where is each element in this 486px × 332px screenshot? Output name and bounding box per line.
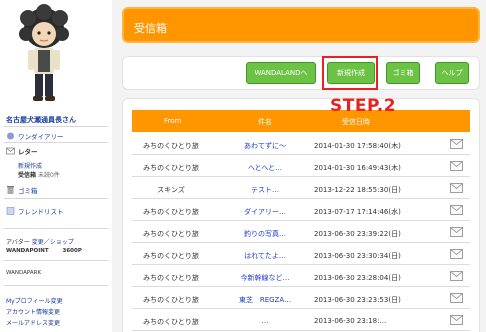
row-subject-link[interactable]: … [214,317,316,325]
table-row[interactable]: みちのくひとり旅 へとへと… 2014-01-30 16:49:43(木) [132,155,470,177]
row-from: みちのくひとり旅 [143,230,199,238]
envelope-icon[interactable] [450,271,463,281]
trash-icon [7,186,14,194]
avatar[interactable] [14,4,74,106]
row-from: みちのくひとり旅 [143,164,199,172]
divider [4,142,108,143]
envelope-icon[interactable] [450,161,463,171]
col-date: 受信日時 [342,118,370,126]
mail-edit-link[interactable]: メールアドレス変更 [6,318,60,327]
row-subject-link[interactable]: へとへと… [214,163,316,173]
row-subject-link[interactable]: ダイアリー… [214,207,316,217]
row-subject-link[interactable]: 東芝 REGZA… [214,295,316,305]
avatar-change-link[interactable]: 変更 [32,239,44,246]
envelope-icon[interactable] [450,205,463,215]
row-date: 2014-01-30 16:49:43(木) [314,164,401,172]
row-date: 2013-06-30 23:23:53(日) [314,296,401,304]
divider [4,285,108,286]
divider [4,198,108,199]
row-date: 2013-07-17 17:14:46(水) [314,208,401,216]
row-date: 2013-12-22 18:55:30(日) [314,186,401,194]
table-row[interactable]: みちのくひとり旅 東芝 REGZA… 2013-06-30 23:23:53(日) [132,287,470,309]
row-from: みちのくひとり旅 [143,252,199,260]
sidebar-new-compose[interactable]: 新規作成 [18,161,42,170]
trash-button[interactable]: ゴミ箱 [386,62,420,84]
points-label: WANDAPOINT [6,248,49,254]
divider [4,126,108,127]
table-row[interactable]: みちのくひとり旅 … 2013-06-30 23:18:… [132,309,470,331]
row-from: みちのくひとり旅 [143,274,199,282]
envelope-icon[interactable] [450,227,463,237]
row-from: みちのくひとり旅 [143,142,199,150]
row-subject-link[interactable]: あわてずに～ [214,141,316,151]
col-from: From [164,117,182,125]
envelope-icon[interactable] [450,315,463,325]
sidebar-item-letter[interactable]: レター [6,146,38,156]
diary-icon [7,132,14,140]
help-button[interactable]: ヘルプ [435,62,469,84]
points-value: 3600P [62,248,82,254]
col-subject: 件名 [258,118,272,126]
table-row[interactable]: みちのくひとり旅 今新幹線など… 2013-06-30 23:28:04(日) [132,265,470,287]
letter-icon [6,147,15,155]
row-date: 2013-06-30 23:18:… [314,317,387,325]
table-row[interactable]: みちのくひとり旅 はれてたよ… 2013-06-30 23:30:34(日) [132,243,470,265]
envelope-icon[interactable] [450,183,463,193]
row-date: 2013-06-30 23:39:22(日) [314,230,401,238]
envelope-icon[interactable] [450,249,463,259]
sidebar-item-friends[interactable]: フレンドリスト [6,206,64,216]
profile-edit-link[interactable]: Myプロフィール変更 [6,296,63,305]
page-title: 受信箱 [134,22,167,35]
table-row[interactable]: みちのくひとり旅 釣りの写真… 2013-06-30 23:39:22(日) [132,221,470,243]
table-row[interactable]: みちのくひとり旅 あわてずに～ 2014-01-30 17:58:40(木) [132,133,470,155]
row-from: みちのくひとり旅 [143,318,199,326]
sidebar-item-diary[interactable]: ワンダイアリー [6,131,64,141]
envelope-icon[interactable] [450,293,463,303]
sidebar-inbox[interactable]: 受信箱 未読0件 [18,170,60,179]
sidebar-item-trash-label[interactable]: ゴミ箱 [18,185,38,195]
step-highlight-box [322,56,378,90]
table-row[interactable]: みちのくひとり旅 ダイアリー… 2013-07-17 17:14:46(水) [132,199,470,221]
row-from: スキンズ [157,186,185,194]
row-subject-link[interactable]: 今新幹線など… [214,273,316,283]
step-label: STEP.2 [330,96,397,116]
divider [4,228,108,229]
row-date: 2013-06-30 23:28:04(日) [314,274,401,282]
row-subject-link[interactable]: はれてたよ… [214,251,316,261]
envelope-icon[interactable] [450,139,463,149]
row-date: 2014-01-30 17:58:40(木) [314,142,401,150]
wandapark-link[interactable]: WANDAPARK [6,270,41,276]
friend-list-icon [6,207,15,215]
page-header: 受信箱 [122,7,480,43]
avatar-shop-link[interactable]: ショップ [50,239,74,246]
row-date: 2013-06-30 23:30:34(日) [314,252,401,260]
button-bar: WANDALANDへ 新規作成 ゴミ箱 ヘルプ [122,56,480,90]
account-edit-link[interactable]: アカウント情報変更 [6,307,60,316]
sidebar-inbox-label: 受信箱 [18,172,37,179]
table-row[interactable]: スキンズ テスト… 2013-12-22 18:55:30(日) [132,177,470,199]
row-from: みちのくひとり旅 [143,296,199,304]
avatar-links-label: アバター [6,239,30,246]
wandaland-button[interactable]: WANDALANDへ [246,62,316,84]
wanda-points: WANDAPOINT 3600P [6,248,82,254]
row-from: みちのくひとり旅 [143,208,199,216]
avatar-links: アバター 変更／ショップ [6,239,74,246]
table-header: From 件名 受信日時 [132,110,470,132]
sidebar-item-diary-label[interactable]: ワンダイアリー [18,131,64,141]
sidebar-inbox-status: 未読0件 [37,172,60,179]
row-subject-link[interactable]: テスト… [214,185,316,195]
user-name: 名古屋犬瀬通員長さん [6,116,76,124]
page: 名古屋犬瀬通員長さん ワンダイアリー レター 新規作成 受信箱 未読0件 ゴミ箱… [0,0,486,332]
divider [4,260,108,261]
sidebar-item-letter-label: レター [18,148,38,156]
row-subject-link[interactable]: 釣りの写真… [214,229,316,239]
sidebar-item-trash[interactable]: ゴミ箱 [6,185,38,195]
sidebar-item-friends-label[interactable]: フレンドリスト [18,206,64,216]
sidebar: 名古屋犬瀬通員長さん ワンダイアリー レター 新規作成 受信箱 未読0件 ゴミ箱… [0,0,112,332]
